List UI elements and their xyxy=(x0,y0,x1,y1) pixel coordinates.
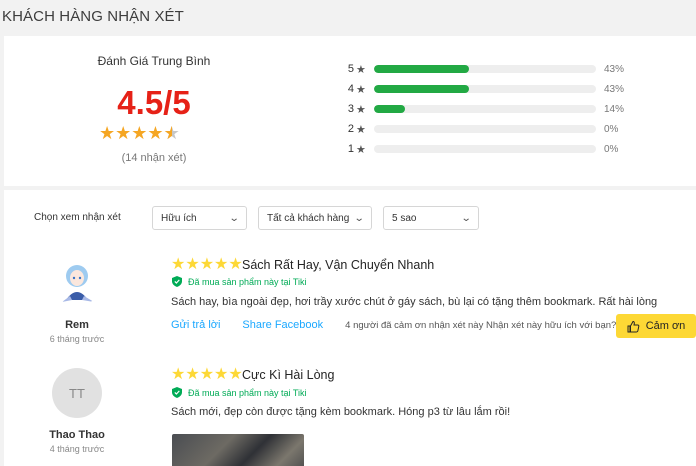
bar-track xyxy=(374,125,596,133)
star-icon: ★ xyxy=(185,366,200,383)
verified-text: Đã mua sản phẩm này tại Tiki xyxy=(188,276,307,287)
star-icon: ★ xyxy=(214,366,229,383)
avatar[interactable]: TT xyxy=(52,368,102,418)
bar-star-count: 4 xyxy=(347,83,354,95)
star-icon: ★ xyxy=(185,256,200,273)
reviews-panel: Chọn xem nhận xét Hữu ích ⌄ Tất cả khách… xyxy=(4,190,696,466)
thanks-count-text: 4 người đã cảm ơn nhận xét này Nhận xét … xyxy=(345,319,617,331)
star-icon: ★ xyxy=(199,256,215,273)
bar-percent: 0% xyxy=(604,143,619,155)
bar-track xyxy=(374,145,596,153)
shield-check-icon xyxy=(172,276,182,287)
shield-check-icon xyxy=(172,387,182,398)
half-star-icon: ★★ xyxy=(163,123,180,143)
star-icon: ★ xyxy=(115,123,132,143)
rating-bar-1[interactable]: 1 ★ 0% xyxy=(344,142,644,156)
rating-bar-5[interactable]: 5 ★ 43% xyxy=(344,62,644,76)
bar-percent: 14% xyxy=(604,103,625,115)
review-count: (14 nhận xét) xyxy=(121,152,187,164)
star-filter-value: 5 sao xyxy=(392,212,417,224)
customer-filter-select[interactable]: Tất cả khách hàng ⌄ xyxy=(258,206,372,230)
review-actions: Gửi trả lời Share Facebook 4 người đã cả… xyxy=(171,319,616,331)
rating-bar-4[interactable]: 4 ★ 43% xyxy=(344,82,644,96)
star-icon: ★ xyxy=(214,256,229,273)
rating-bar-2[interactable]: 2 ★ 0% xyxy=(344,122,644,136)
bar-star-count: 1 xyxy=(347,143,354,155)
star-icon: ★ xyxy=(356,103,366,116)
filter-label: Chọn xem nhận xét xyxy=(34,212,121,223)
bar-star-count: 2 xyxy=(347,123,354,135)
chevron-down-icon: ⌄ xyxy=(460,212,472,224)
star-filter-select[interactable]: 5 sao ⌄ xyxy=(383,206,479,230)
rating-bar-3[interactable]: 3 ★ 14% xyxy=(344,102,644,116)
verified-purchase: Đã mua sản phẩm này tại Tiki xyxy=(172,276,307,287)
chevron-down-icon: ⌄ xyxy=(353,212,365,224)
star-icon: ★ xyxy=(171,366,186,383)
star-icon: ★ xyxy=(356,143,366,156)
bar-track xyxy=(374,105,596,113)
star-icon: ★ xyxy=(228,256,243,273)
review-stars: ★ ★ ★ ★ ★ xyxy=(171,257,243,273)
verified-text: Đã mua sản phẩm này tại Tiki xyxy=(188,387,307,398)
average-rating-title: Đánh Giá Trung Bình xyxy=(97,54,211,68)
bar-fill xyxy=(374,65,470,73)
star-icon: ★ xyxy=(199,366,215,383)
bar-star-count: 5 xyxy=(347,63,354,75)
review-photo[interactable] xyxy=(172,434,304,466)
avatar-initials: TT xyxy=(69,385,85,401)
chevron-down-icon: ⌄ xyxy=(228,212,240,224)
star-icon: ★ xyxy=(356,123,366,136)
review-body: Sách hay, bìa ngoài đẹp, hơi trầy xước c… xyxy=(171,296,658,308)
bar-track xyxy=(374,85,596,93)
review-time: 4 tháng trước xyxy=(49,444,105,454)
review-stars: ★ ★ ★ ★ ★ xyxy=(171,367,243,383)
sort-select-value: Hữu ích xyxy=(161,212,197,224)
average-score: 4.5/5 xyxy=(117,84,191,121)
star-icon: ★ xyxy=(356,83,366,96)
thanks-button-label: Cảm ơn xyxy=(645,320,686,332)
reply-link[interactable]: Gửi trả lời xyxy=(171,319,220,331)
star-icon: ★ xyxy=(228,366,243,383)
star-icon: ★ xyxy=(99,123,116,143)
bar-track xyxy=(374,65,596,73)
thanks-button[interactable]: Cảm ơn xyxy=(616,314,696,338)
bar-fill xyxy=(374,105,406,113)
bar-percent: 0% xyxy=(604,123,619,135)
review-body: Sách mới, đẹp còn được tặng kèm bookmark… xyxy=(171,406,511,418)
reviewer-name: Rem xyxy=(65,319,89,331)
star-icon: ★ xyxy=(131,123,148,143)
thumbs-up-icon xyxy=(627,320,640,332)
avatar[interactable] xyxy=(52,256,102,306)
review-title: Cực Kì Hài Lòng xyxy=(242,368,335,382)
star-icon: ★ xyxy=(171,256,186,273)
section-title: KHÁCH HÀNG NHẬN XÉT xyxy=(2,8,184,25)
star-icon: ★ xyxy=(147,123,164,143)
verified-purchase: Đã mua sản phẩm này tại Tiki xyxy=(172,387,307,398)
rating-summary-card: Đánh Giá Trung Bình 4.5/5 ★ ★ ★ ★ ★★ (14… xyxy=(4,36,696,186)
bar-percent: 43% xyxy=(604,83,625,95)
reviewer-name: Thao Thao xyxy=(49,429,105,441)
average-stars: ★ ★ ★ ★ ★★ xyxy=(99,124,180,142)
customer-filter-value: Tất cả khách hàng xyxy=(267,212,350,224)
bar-percent: 43% xyxy=(604,63,625,75)
avatar-illustration xyxy=(52,256,102,306)
sort-select[interactable]: Hữu ích ⌄ xyxy=(152,206,247,230)
review-title: Sách Rất Hay, Vận Chuyển Nhanh xyxy=(242,258,435,272)
share-facebook-link[interactable]: Share Facebook xyxy=(242,319,323,331)
bar-star-count: 3 xyxy=(347,103,354,115)
bar-fill xyxy=(374,85,470,93)
star-icon: ★ xyxy=(356,63,366,76)
review-time: 6 tháng trước xyxy=(49,334,105,344)
